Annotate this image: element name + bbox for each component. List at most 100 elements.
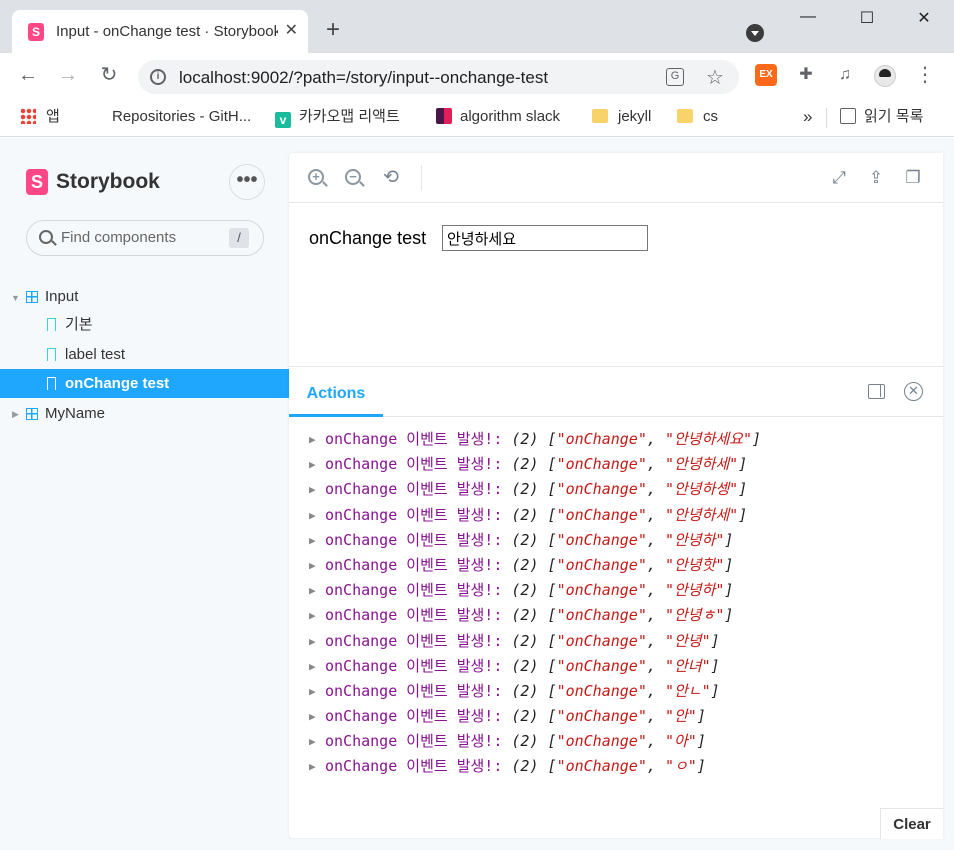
copy-link-icon[interactable]: ❐ — [902, 167, 924, 189]
open-new-tab-icon[interactable]: ⇪ — [865, 167, 887, 189]
array-comma: , — [646, 656, 665, 675]
action-log-row[interactable]: ▶ onChange 이벤트 발생!: (2) ["onChange", "안녕핫… — [309, 553, 929, 578]
action-name: onChange 이벤트 발생!: — [325, 732, 503, 751]
action-value: "안녕하" — [664, 530, 725, 549]
panel-orientation-icon[interactable] — [868, 384, 885, 399]
sidebar-item-myname[interactable]: ▶ MyName — [0, 400, 289, 428]
back-arrow-icon[interactable]: ← — [16, 63, 40, 87]
sidebar-item-label: MyName — [45, 405, 106, 422]
component-search[interactable]: / — [26, 220, 264, 256]
minimize-button[interactable]: — — [793, 8, 823, 32]
action-log-row[interactable]: ▶ onChange 이벤트 발생!: (2) ["onChange", "안"] — [309, 704, 929, 729]
action-event-name: "onChange" — [556, 631, 647, 650]
action-event-name: "onChange" — [556, 757, 647, 776]
story-preview: onChange test — [289, 203, 943, 365]
browser-tab-active[interactable]: S Input - onChange test · Storybook ✕ — [12, 10, 308, 53]
array-open-bracket: [ — [547, 581, 557, 600]
zoom-reset-icon[interactable]: ⟲ — [380, 167, 402, 189]
expand-triangle-icon[interactable]: ▶ — [309, 729, 325, 754]
bookmark-story-icon — [46, 348, 56, 362]
profile-avatar[interactable] — [874, 65, 896, 87]
sidebar-item-onchange-test[interactable]: onChange test — [0, 369, 289, 398]
forward-arrow-icon[interactable]: → — [56, 63, 80, 87]
sidebar-item-label-test[interactable]: label test — [0, 341, 289, 369]
action-log-row[interactable]: ▶ onChange 이벤트 발생!: (2) ["onChange", "아"] — [309, 729, 929, 754]
bookmark-cs[interactable]: cs — [677, 106, 718, 128]
action-log-row[interactable]: ▶ onChange 이벤트 발생!: (2) ["onChange", "안ㄴ"… — [309, 679, 929, 704]
action-name: onChange 이벤트 발생!: — [325, 581, 503, 600]
array-comma: , — [646, 631, 665, 650]
action-log-row[interactable]: ▶ onChange 이벤트 발생!: (2) ["onChange", "ㅇ"] — [309, 754, 929, 779]
tab-actions[interactable]: Actions — [289, 367, 383, 417]
bookmark-apps[interactable]: 앱 — [20, 106, 60, 128]
expand-triangle-icon[interactable]: ▶ — [309, 578, 325, 603]
search-input[interactable] — [61, 229, 221, 246]
tab-search-icon[interactable] — [746, 24, 764, 42]
bookmarks-overflow-chevron[interactable]: » — [803, 106, 812, 128]
zoom-out-icon[interactable]: − — [345, 169, 361, 185]
expand-triangle-icon[interactable]: ▶ — [309, 654, 325, 679]
expand-triangle-icon[interactable]: ▶ — [309, 704, 325, 729]
close-window-button[interactable]: ✕ — [909, 8, 939, 32]
bookmark-star-icon[interactable]: ☆ — [706, 65, 724, 90]
action-value: "안녕ㅎ" — [664, 606, 725, 625]
array-close-bracket: ] — [752, 430, 762, 448]
expand-triangle-icon[interactable]: ▶ — [309, 427, 325, 452]
sidebar: S Storybook ••• / ▼ Input 기본 label test … — [0, 138, 289, 850]
sidebar-item-basic-story[interactable]: 기본 — [0, 311, 289, 339]
site-info-icon[interactable]: i — [150, 69, 166, 85]
action-log-row[interactable]: ▶ onChange 이벤트 발생!: (2) ["onChange", "안녕하… — [309, 503, 929, 528]
bookmark-kakaomap-react[interactable]: v 카카오맵 리액트 — [275, 106, 400, 128]
expand-triangle-icon[interactable]: ▶ — [309, 452, 325, 477]
expand-triangle-icon[interactable]: ▶ — [309, 629, 325, 654]
bookmark-algorithm-slack[interactable]: algorithm slack — [436, 106, 560, 128]
reload-icon[interactable]: ↻ — [97, 63, 121, 87]
action-name: onChange 이벤트 발생!: — [325, 681, 503, 700]
preview-label: onChange test — [309, 228, 427, 248]
array-comma: , — [646, 581, 665, 600]
maximize-button[interactable]: ☐ — [852, 8, 882, 32]
array-open-bracket: [ — [547, 555, 557, 574]
bookmark-jekyll[interactable]: jekyll — [592, 106, 651, 128]
tab-close-icon[interactable]: ✕ — [285, 20, 298, 40]
reading-list-button[interactable]: 읽기 목록 — [840, 106, 923, 128]
action-value: "안" — [664, 707, 697, 726]
action-log-row[interactable]: ▶ onChange 이벤트 발생!: (2) ["onChange", "안녕하… — [309, 528, 929, 553]
array-open-bracket: [ — [547, 480, 557, 499]
expand-triangle-icon[interactable]: ▶ — [309, 553, 325, 578]
action-log-row[interactable]: ▶ onChange 이벤트 발생!: (2) ["onChange", "안녕하… — [309, 452, 929, 477]
action-log-row[interactable]: ▶ onChange 이벤트 발생!: (2) ["onChange", "안녀"… — [309, 654, 929, 679]
url-text[interactable]: localhost:9002/?path=/story/input--oncha… — [179, 68, 548, 88]
storybook-logo-icon: S — [26, 169, 48, 195]
fullscreen-icon[interactable]: ⤢ — [828, 167, 850, 189]
sidebar-menu-button[interactable]: ••• — [229, 164, 265, 200]
chevron-right-icon: ▶ — [12, 409, 19, 419]
extensions-puzzle-icon[interactable]: ✚ — [795, 64, 817, 86]
expand-triangle-icon[interactable]: ▶ — [309, 603, 325, 628]
close-panel-icon[interactable]: ✕ — [904, 382, 923, 401]
translate-icon[interactable]: G — [666, 68, 684, 86]
new-tab-button[interactable]: + — [326, 18, 340, 42]
action-log-row[interactable]: ▶ onChange 이벤트 발생!: (2) ["onChange", "안녕ㅎ… — [309, 603, 929, 628]
action-log-row[interactable]: ▶ onChange 이벤트 발생!: (2) ["onChange", "안녕하… — [309, 578, 929, 603]
address-bar[interactable]: i localhost:9002/?path=/story/input--onc… — [138, 60, 739, 94]
canvas-toolbar: + − ⟲ ⤢ ⇪ ❐ — [289, 153, 943, 203]
action-arg-count: (2) — [511, 430, 539, 448]
preview-text-input[interactable] — [442, 225, 648, 251]
clear-button[interactable]: Clear — [880, 808, 943, 839]
zoom-in-icon[interactable]: + — [308, 169, 324, 185]
action-log-row[interactable]: ▶ onChange 이벤트 발생!: (2) ["onChange", "안녕하… — [309, 427, 929, 452]
expand-triangle-icon[interactable]: ▶ — [309, 528, 325, 553]
chrome-menu-icon[interactable]: ⋮ — [914, 64, 936, 86]
extension-ex-icon[interactable]: EX — [755, 64, 777, 86]
expand-triangle-icon[interactable]: ▶ — [309, 679, 325, 704]
expand-triangle-icon[interactable]: ▶ — [309, 754, 325, 779]
bookmark-github[interactable]: Repositories - GitH... — [88, 106, 251, 128]
expand-triangle-icon[interactable]: ▶ — [309, 477, 325, 502]
brand-name[interactable]: Storybook — [56, 170, 160, 194]
expand-triangle-icon[interactable]: ▶ — [309, 503, 325, 528]
sidebar-item-input[interactable]: ▼ Input — [0, 283, 289, 311]
action-log-row[interactable]: ▶ onChange 이벤트 발생!: (2) ["onChange", "안녕하… — [309, 477, 929, 502]
media-control-icon[interactable]: ♫ — [834, 64, 856, 86]
action-log-row[interactable]: ▶ onChange 이벤트 발생!: (2) ["onChange", "안녕"… — [309, 629, 929, 654]
